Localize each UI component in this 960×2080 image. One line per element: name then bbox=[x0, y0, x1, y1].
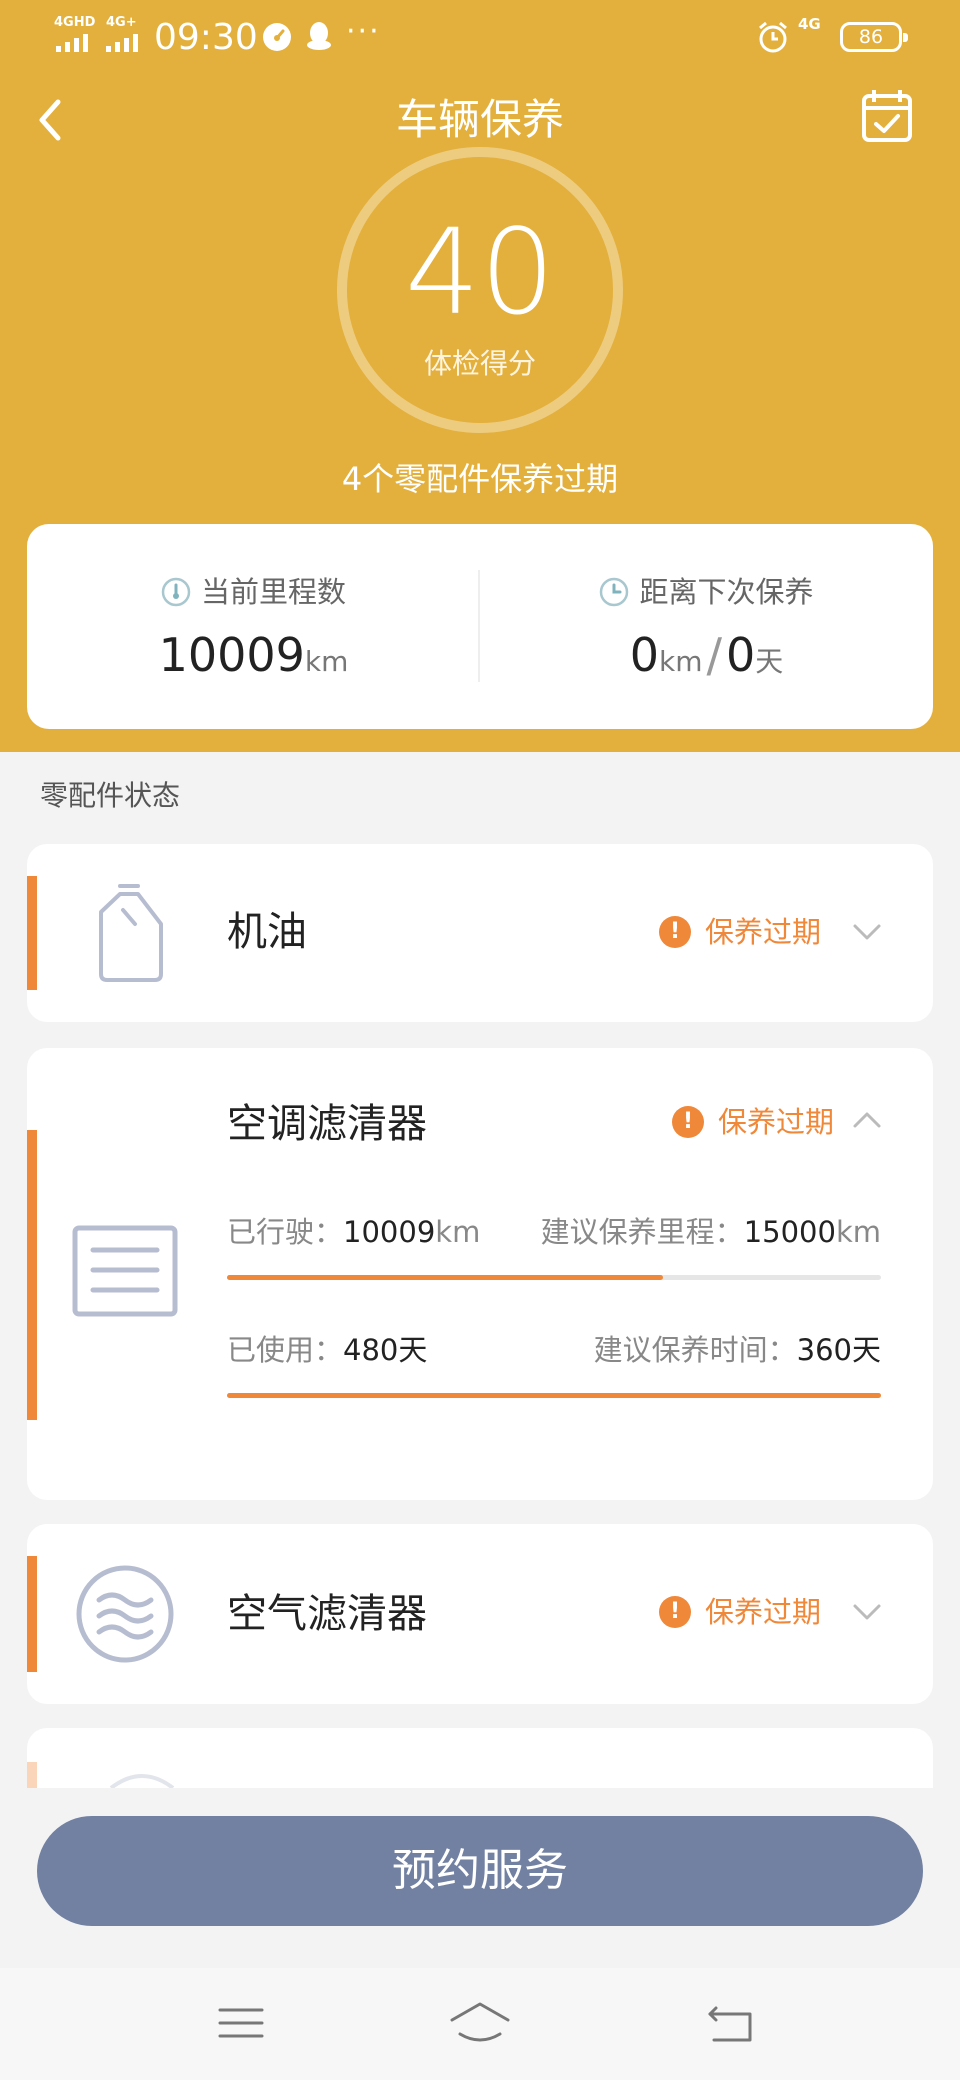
time-progress bbox=[227, 1393, 881, 1398]
part-status: ! 保养过期 bbox=[659, 1592, 821, 1632]
mileage-value: 10009 bbox=[158, 628, 305, 682]
calendar-check-icon[interactable] bbox=[850, 80, 926, 156]
section-title: 零配件状态 bbox=[40, 779, 181, 812]
score-label: 体检得分 bbox=[423, 347, 536, 380]
status-accent-bar bbox=[27, 1130, 37, 1420]
used-label: 已使用： bbox=[227, 1333, 344, 1367]
ac-filter-icon bbox=[72, 1225, 178, 1317]
network-label-4g: 4G bbox=[798, 15, 821, 33]
suggest-time-label: 建议保养时间： bbox=[593, 1333, 797, 1367]
status-accent-bar bbox=[27, 876, 37, 990]
part-name: 机油 bbox=[227, 909, 307, 955]
mileage-card: 当前里程数 10009km 距离下次保养 0km/0天 bbox=[27, 524, 933, 729]
part-card-ac-filter[interactable]: 空调滤清器 ! 保养过期 已行驶：10009km 建议保养里程：15000km … bbox=[27, 1048, 933, 1500]
status-time: 09:30 bbox=[154, 17, 258, 58]
signal-bars-icon bbox=[106, 34, 138, 52]
signal-bars-icon bbox=[56, 34, 88, 52]
network-label-4gplus: 4G+ bbox=[106, 15, 137, 30]
book-service-button[interactable]: 预约服务 bbox=[37, 1816, 923, 1926]
used-value: 480天 bbox=[343, 1333, 428, 1367]
chevron-up-icon[interactable] bbox=[849, 1102, 885, 1138]
qq-icon bbox=[307, 22, 331, 50]
status-text: 保养过期 bbox=[718, 1105, 835, 1139]
next-km-value: 0 bbox=[629, 628, 659, 682]
suggest-km-unit: km bbox=[835, 1215, 881, 1249]
separator: / bbox=[706, 628, 722, 682]
expired-summary: 4个零配件保养过期 bbox=[341, 460, 619, 498]
chevron-down-icon[interactable] bbox=[849, 914, 885, 950]
mileage-unit: km bbox=[304, 645, 349, 678]
part-card-oil[interactable]: 机油 ! 保养过期 bbox=[27, 844, 933, 1022]
status-bar: 4GHD 4G+ 09:30 ··· 4G 86 bbox=[0, 0, 960, 76]
air-filter-icon bbox=[76, 1565, 174, 1663]
warning-icon: ! bbox=[659, 1596, 691, 1628]
part-card-air-filter[interactable]: 空气滤清器 ! 保养过期 bbox=[27, 1524, 933, 1704]
driven-value: 10009 bbox=[343, 1215, 436, 1249]
suggest-km-label: 建议保养里程： bbox=[540, 1215, 744, 1249]
more-notifications: ··· bbox=[346, 14, 381, 49]
time-progress-fill bbox=[227, 1393, 881, 1398]
status-accent-bar bbox=[27, 1556, 37, 1672]
suggest-km-value: 15000 bbox=[743, 1215, 836, 1249]
mileage-progress bbox=[227, 1275, 881, 1280]
part-status: ! 保养过期 bbox=[659, 912, 821, 952]
gauge-icon bbox=[161, 577, 191, 607]
warning-icon: ! bbox=[672, 1106, 704, 1138]
chevron-down-icon[interactable] bbox=[849, 1594, 885, 1630]
time-metric-row: 已使用：480天 建议保养时间：360天 bbox=[227, 1330, 881, 1370]
part-icon-partial bbox=[109, 1774, 175, 1788]
driven-label: 已行驶： bbox=[227, 1215, 344, 1249]
network-label-4ghd: 4GHD bbox=[54, 15, 96, 30]
next-maintenance-label: 距离下次保养 bbox=[639, 575, 814, 609]
battery-icon: 86 bbox=[840, 22, 908, 52]
part-name: 空调滤清器 bbox=[227, 1101, 427, 1147]
status-text: 保养过期 bbox=[705, 915, 822, 949]
score-value: 40 bbox=[404, 203, 556, 341]
home-icon[interactable] bbox=[448, 1998, 512, 2048]
next-days-value: 0 bbox=[725, 628, 756, 682]
part-card-partial[interactable] bbox=[27, 1728, 933, 1788]
system-navigation-bar bbox=[0, 1968, 960, 2080]
status-accent-bar bbox=[27, 1762, 37, 1788]
suggest-time-value: 360天 bbox=[796, 1333, 881, 1367]
battery-level: 86 bbox=[858, 26, 884, 48]
driven-unit: km bbox=[435, 1215, 481, 1249]
oil-bottle-icon bbox=[99, 884, 163, 982]
back-icon[interactable] bbox=[706, 1998, 756, 2048]
mileage-label: 当前里程数 bbox=[200, 575, 346, 609]
next-days-unit: 天 bbox=[755, 645, 784, 678]
menu-icon[interactable] bbox=[216, 1998, 266, 2048]
part-name: 空气滤清器 bbox=[227, 1591, 427, 1637]
next-km-unit: km bbox=[658, 645, 703, 678]
alarm-icon bbox=[759, 21, 787, 53]
part-status: ! 保养过期 bbox=[672, 1102, 834, 1142]
mileage-progress-fill bbox=[227, 1275, 664, 1280]
mileage-metric-row: 已行驶：10009km 建议保养里程：15000km bbox=[227, 1212, 881, 1252]
current-mileage: 当前里程数 10009km bbox=[27, 524, 480, 729]
warning-icon: ! bbox=[659, 916, 691, 948]
next-maintenance: 距离下次保养 0km/0天 bbox=[480, 524, 933, 729]
status-text: 保养过期 bbox=[705, 1595, 822, 1629]
speed-icon bbox=[263, 23, 291, 51]
clock-icon bbox=[600, 577, 629, 607]
